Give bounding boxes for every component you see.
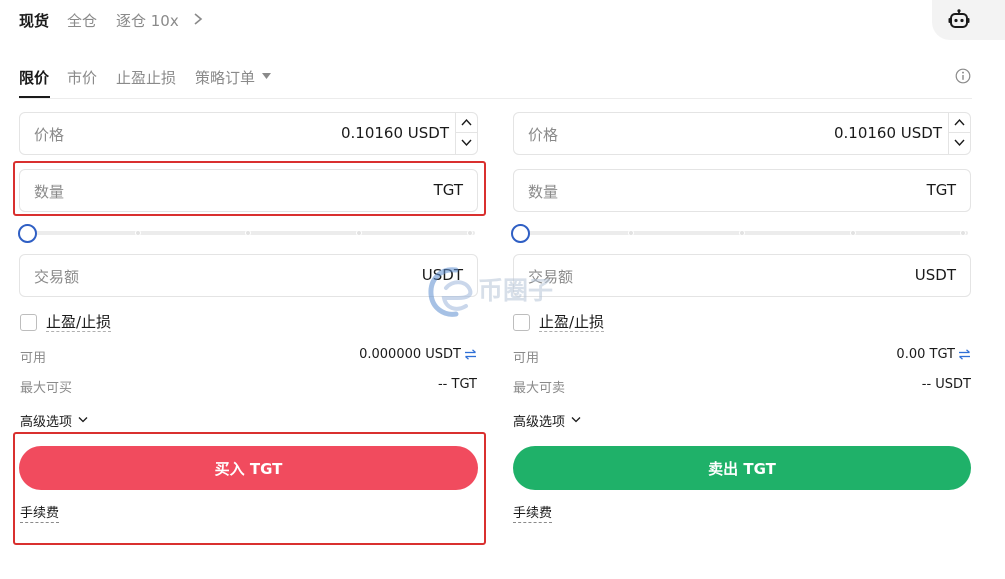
tab-stop-limit[interactable]: 止盈止损 bbox=[116, 67, 176, 88]
sell-price-field[interactable]: 价格 0.10160 USDT bbox=[513, 112, 971, 155]
sell-quantity-field[interactable]: 数量 TGT bbox=[513, 169, 971, 212]
caret-down-icon[interactable] bbox=[262, 73, 271, 80]
info-icon[interactable] bbox=[955, 68, 971, 84]
buy-max-value: -- TGT bbox=[437, 377, 477, 392]
chevron-down-icon[interactable] bbox=[78, 416, 88, 423]
robot-icon bbox=[948, 9, 970, 28]
sell-slider-mark-100[interactable] bbox=[960, 230, 966, 236]
chevron-up-icon bbox=[461, 118, 472, 126]
tab-isolated-margin[interactable]: 逐仓 10x bbox=[116, 10, 179, 31]
sell-slider-thumb[interactable] bbox=[511, 224, 530, 243]
tab-market[interactable]: 市价 bbox=[67, 67, 97, 88]
buy-amount-field[interactable]: 交易额 USDT bbox=[19, 254, 478, 297]
sell-price-label: 价格 bbox=[528, 126, 559, 144]
buy-quantity-field[interactable]: 数量 TGT bbox=[19, 169, 478, 212]
buy-tpsl-checkbox[interactable] bbox=[20, 314, 37, 331]
watermark-text: 币圈子 bbox=[478, 276, 554, 305]
sell-available-value: 0.00 TGT bbox=[896, 347, 955, 362]
buy-available-label: 可用 bbox=[20, 351, 47, 366]
buy-tpsl-label[interactable]: 止盈/止损 bbox=[46, 313, 112, 332]
sell-quantity-label: 数量 bbox=[528, 183, 559, 201]
buy-slider-track[interactable] bbox=[29, 231, 475, 235]
swap-icon[interactable] bbox=[464, 349, 477, 360]
buy-fee-link[interactable]: 手续费 bbox=[20, 506, 60, 523]
sell-slider-track[interactable] bbox=[523, 231, 968, 235]
sell-fee-link[interactable]: 手续费 bbox=[513, 506, 553, 523]
bot-button[interactable] bbox=[932, 0, 1005, 40]
chevron-down-icon bbox=[954, 139, 965, 147]
sell-amount-field[interactable]: 交易额 USDT bbox=[513, 254, 971, 297]
sell-amount-unit: USDT bbox=[914, 266, 956, 284]
buy-slider-mark-75[interactable] bbox=[356, 230, 362, 236]
buy-quantity-unit: TGT bbox=[433, 181, 463, 199]
tab-strategy-order[interactable]: 策略订单 bbox=[195, 67, 255, 88]
chevron-right-icon[interactable] bbox=[191, 9, 205, 29]
buy-available-value: 0.000000 USDT bbox=[359, 347, 461, 362]
buy-slider-mark-50[interactable] bbox=[245, 230, 251, 236]
buy-quantity-label: 数量 bbox=[34, 183, 65, 201]
tab-spot[interactable]: 现货 bbox=[19, 10, 49, 31]
sell-price-value[interactable]: 0.10160 USDT bbox=[834, 124, 942, 142]
buy-price-value[interactable]: 0.10160 USDT bbox=[341, 124, 449, 142]
sell-slider-mark-75[interactable] bbox=[850, 230, 856, 236]
buy-price-field[interactable]: 价格 0.10160 USDT bbox=[19, 112, 478, 155]
sell-quantity-unit: TGT bbox=[926, 181, 956, 199]
buy-price-decrement-button[interactable] bbox=[456, 133, 478, 153]
buy-advanced-options[interactable]: 高级选项 bbox=[20, 411, 72, 430]
sell-available-label: 可用 bbox=[513, 351, 540, 366]
buy-max-label: 最大可买 bbox=[20, 381, 73, 396]
swap-icon[interactable] bbox=[958, 349, 971, 360]
buy-slider-thumb[interactable] bbox=[18, 224, 37, 243]
chevron-up-icon bbox=[954, 118, 965, 126]
sell-price-stepper[interactable] bbox=[948, 113, 971, 154]
buy-price-label: 价格 bbox=[34, 126, 65, 144]
buy-button[interactable]: 买入 TGT bbox=[19, 446, 478, 490]
tab-limit[interactable]: 限价 bbox=[19, 67, 49, 88]
sell-price-increment-button[interactable] bbox=[949, 113, 971, 133]
buy-price-stepper[interactable] bbox=[455, 113, 478, 154]
chevron-down-icon[interactable] bbox=[571, 416, 581, 423]
buy-slider-mark-100[interactable] bbox=[467, 230, 473, 236]
buy-price-increment-button[interactable] bbox=[456, 113, 478, 133]
tab-divider bbox=[19, 98, 972, 99]
tab-cross-margin[interactable]: 全仓 bbox=[67, 10, 97, 31]
watermark-logo-icon bbox=[428, 267, 473, 317]
sell-price-decrement-button[interactable] bbox=[949, 133, 971, 153]
sell-max-label: 最大可卖 bbox=[513, 381, 566, 396]
buy-slider-mark-25[interactable] bbox=[135, 230, 141, 236]
watermark: 币圈子 bbox=[424, 262, 580, 324]
sell-button[interactable]: 卖出 TGT bbox=[513, 446, 971, 490]
sell-max-value: -- USDT bbox=[921, 377, 971, 392]
chevron-down-icon bbox=[461, 139, 472, 147]
sell-slider-mark-25[interactable] bbox=[628, 230, 634, 236]
buy-amount-label: 交易额 bbox=[34, 268, 80, 286]
sell-advanced-options[interactable]: 高级选项 bbox=[513, 411, 565, 430]
sell-slider-mark-50[interactable] bbox=[739, 230, 745, 236]
